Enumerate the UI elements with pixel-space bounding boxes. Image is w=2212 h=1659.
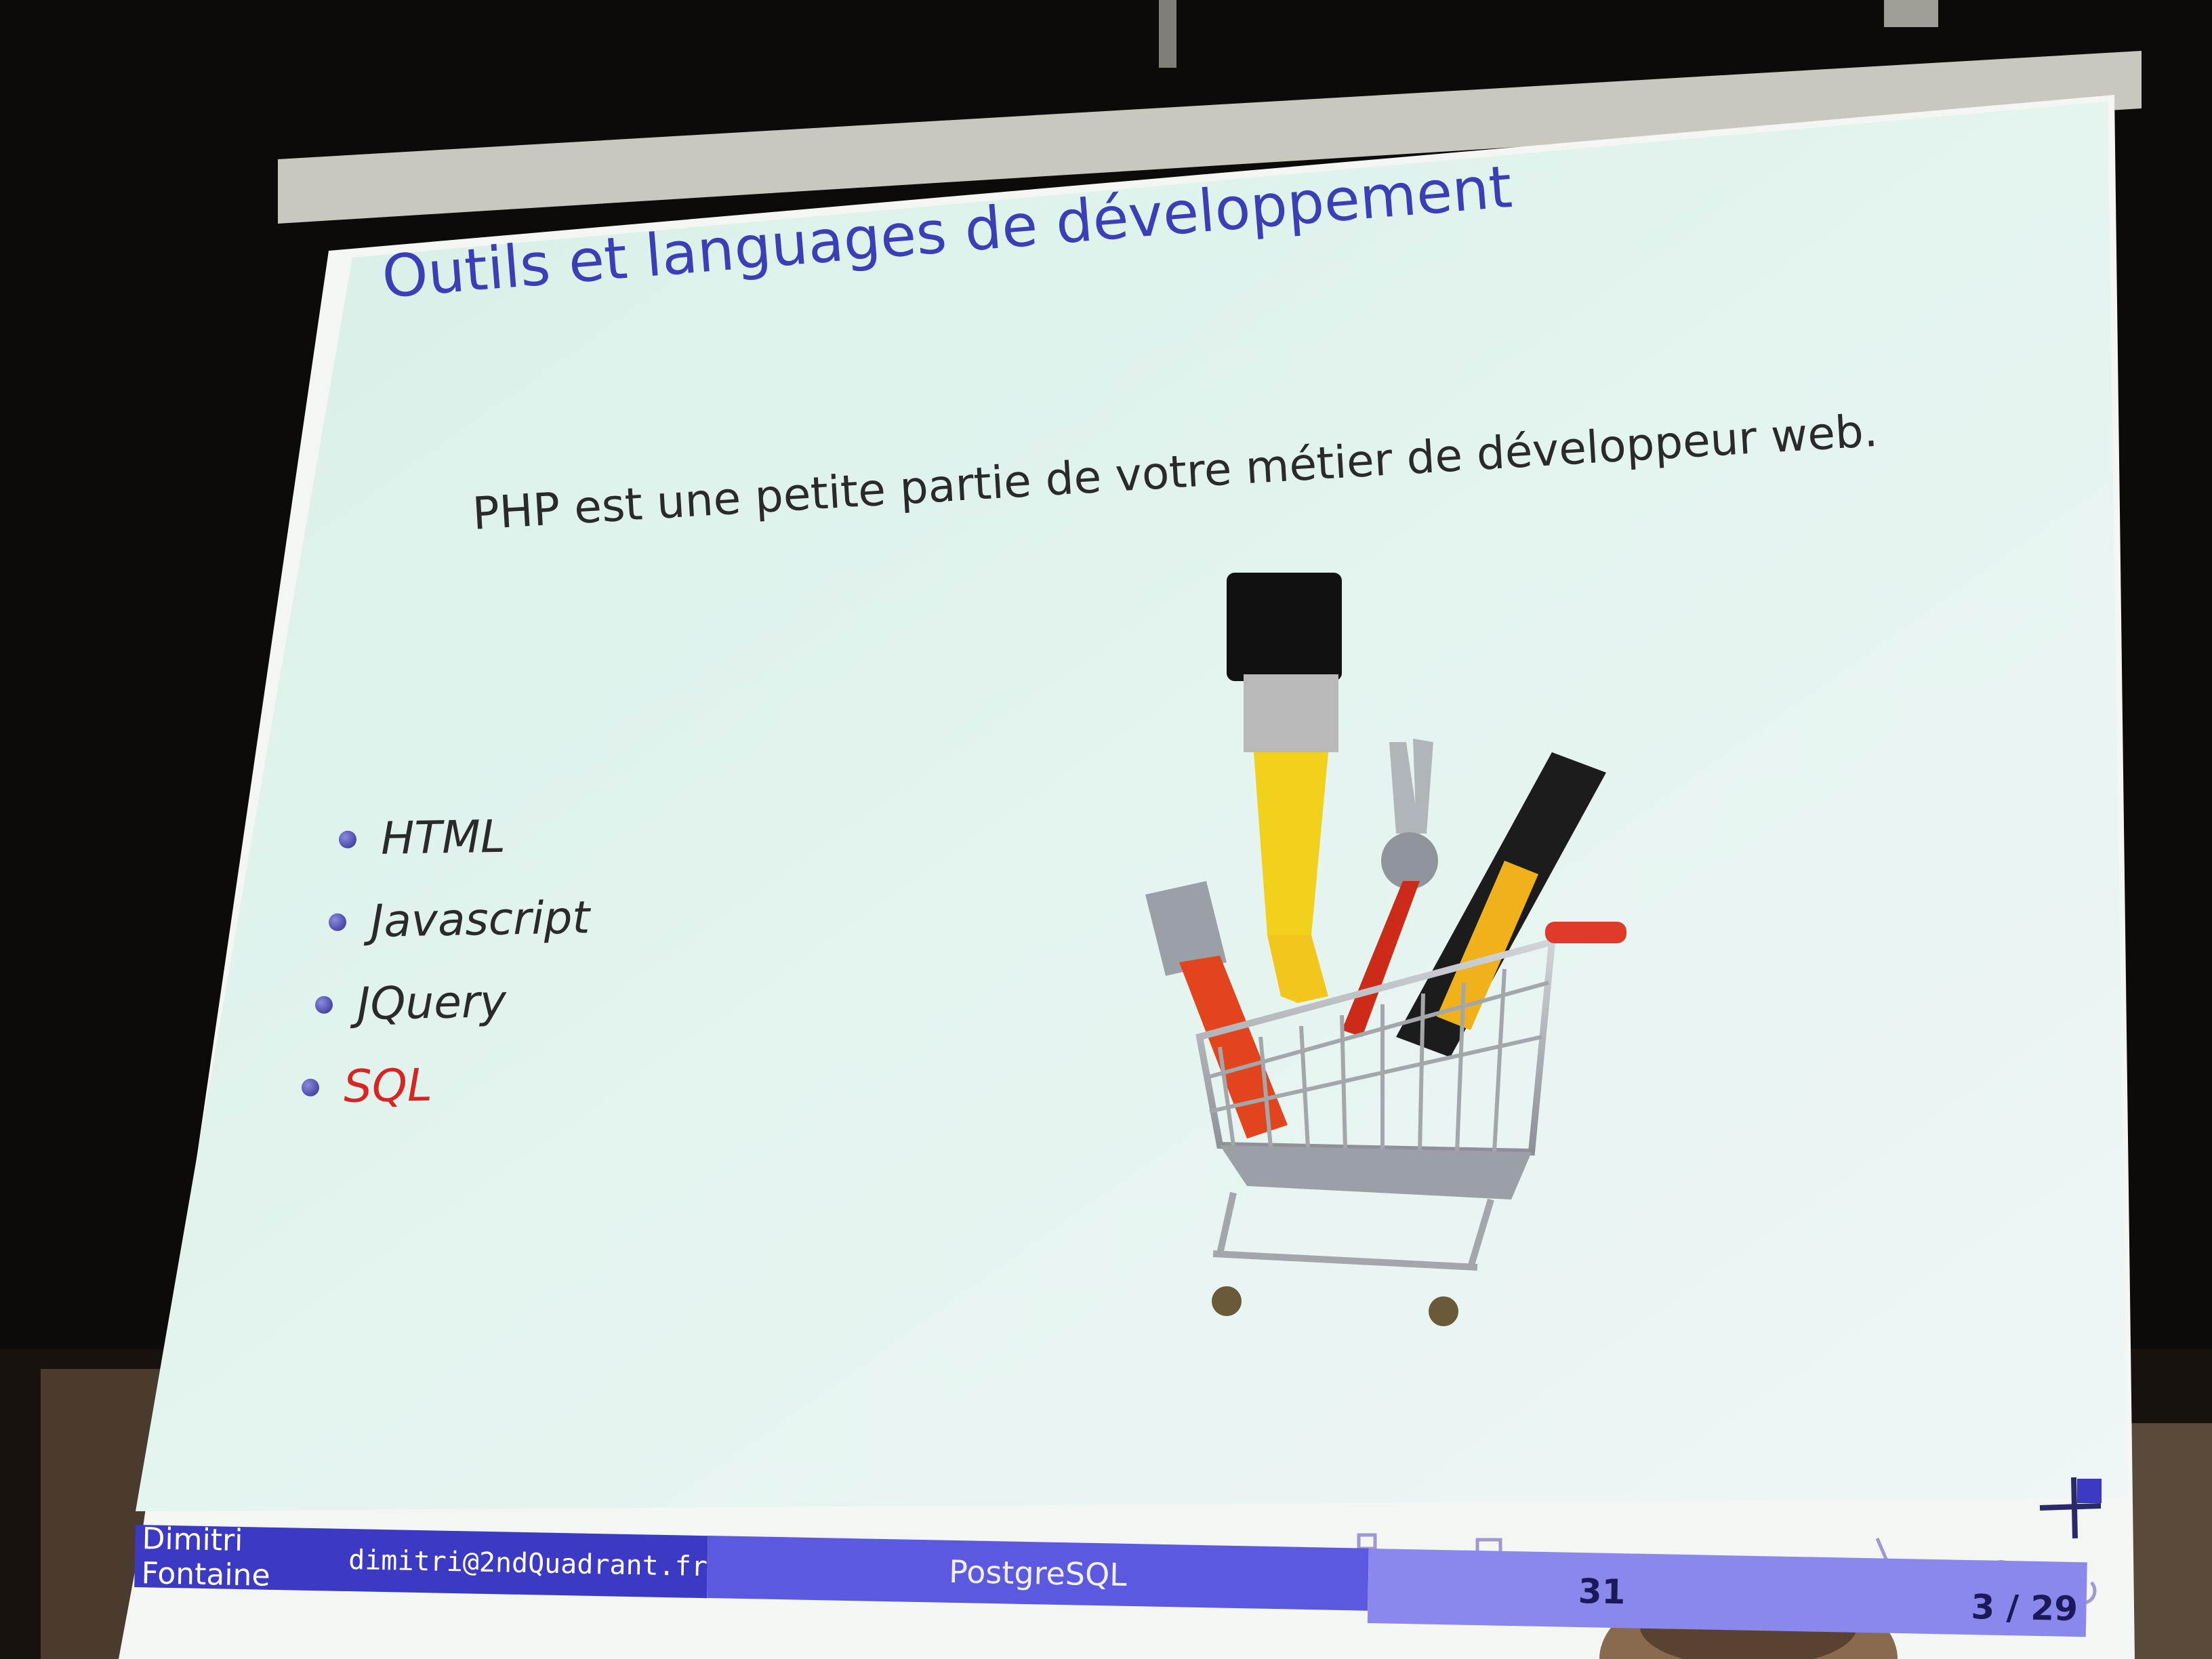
footer-date: 31 [1578,1571,1626,1612]
bullet-dot-icon [301,1078,320,1097]
footer-email: dimitri@2ndQuadrant.fr [348,1544,708,1583]
footer-author-bar: Dimitri Fontaine dimitri@2ndQuadrant.fr [134,1521,708,1599]
bullet-item: Javascript [328,891,590,948]
bullet-item: JQuery [314,975,507,1031]
footer-author: Dimitri Fontaine [141,1521,271,1593]
slide-area [136,102,2128,1511]
bullet-label: Javascript [370,891,590,947]
bullet-label: JQuery [356,975,507,1030]
bullet-item: HTML [338,811,506,865]
footer-topic-bar: PostgreSQL [707,1536,1369,1611]
bullet-dot-icon [328,913,347,931]
bullet-item: SQL [301,1059,432,1113]
bullet-label-highlighted: SQL [343,1059,433,1113]
bullet-dot-icon [314,996,333,1014]
bullet-label: HTML [380,810,506,865]
bullet-dot-icon [338,830,357,848]
footer-topic: PostgreSQL [948,1553,1128,1593]
footer-date-bar: 31 3 / 29 [1367,1549,2087,1637]
footer-page-number: 3 / 29 [1970,1587,2078,1629]
